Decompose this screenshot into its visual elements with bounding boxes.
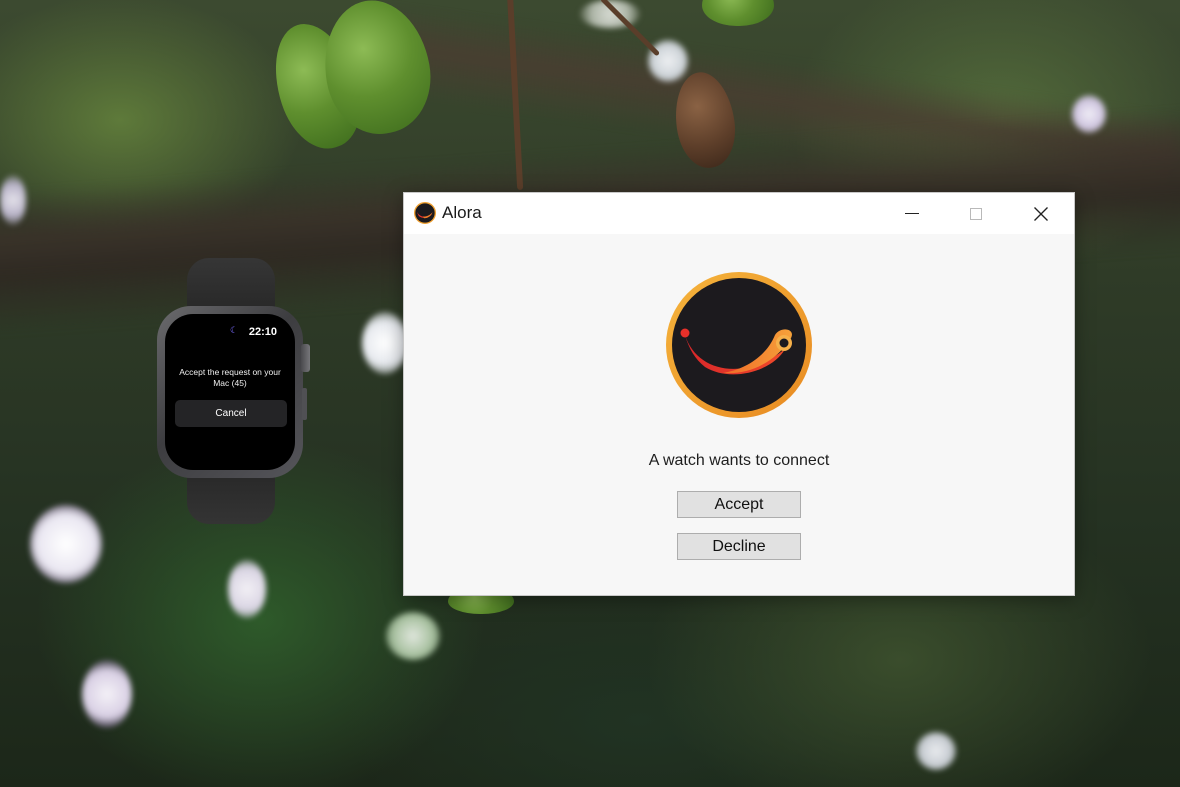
watch-crown[interactable] [301, 344, 310, 372]
decline-button[interactable]: Decline [677, 533, 801, 560]
wallpaper-bokeh [0, 175, 26, 225]
watch-cancel-button[interactable]: Cancel [175, 400, 287, 427]
alora-logo [666, 272, 812, 418]
moon-icon: ☾ [230, 325, 239, 335]
maximize-button[interactable] [944, 193, 1008, 234]
wallpaper-bokeh [386, 612, 440, 660]
wallpaper-bokeh [82, 660, 132, 728]
window-title: Alora [442, 203, 482, 222]
alora-logo-icon [414, 202, 436, 224]
close-button[interactable] [1009, 193, 1073, 234]
wallpaper-bokeh [916, 732, 956, 770]
accept-button[interactable]: Accept [677, 491, 801, 518]
wallpaper-bokeh [228, 560, 266, 618]
watch-message: Accept the request on your Mac (45) [179, 367, 281, 388]
maximize-icon [970, 207, 982, 220]
window-content: A watch wants to connect Accept Decline [404, 234, 1074, 595]
wallpaper-bokeh [30, 505, 102, 583]
watch-time: 22:10 [248, 326, 277, 338]
watch-side-button[interactable] [302, 388, 307, 420]
minimize-icon [905, 213, 919, 214]
close-icon [1034, 206, 1048, 221]
connection-prompt: A watch wants to connect [648, 452, 830, 469]
watch-screen: ☾ 22:10 Accept the request on your Mac (… [165, 314, 295, 470]
minimize-button[interactable] [880, 193, 944, 234]
smart-watch: ☾ 22:10 Accept the request on your Mac (… [157, 258, 310, 524]
wallpaper-bokeh [1072, 95, 1106, 133]
wallpaper-fruit [702, 0, 774, 26]
alora-window: Alora A watch wants to connect Accept De… [403, 192, 1075, 596]
title-bar[interactable]: Alora [404, 193, 1074, 234]
wallpaper-bokeh [362, 312, 408, 374]
